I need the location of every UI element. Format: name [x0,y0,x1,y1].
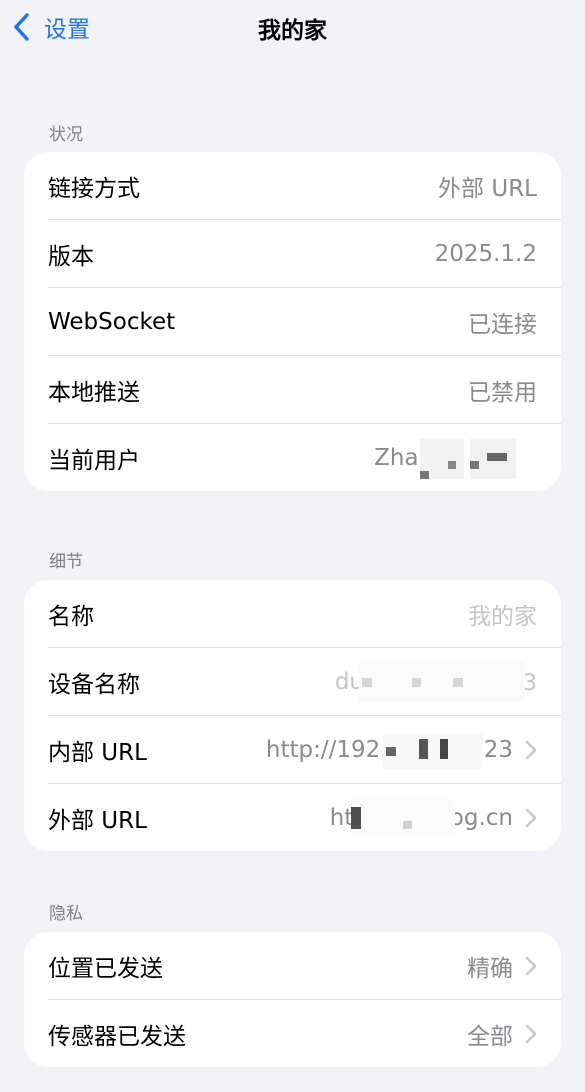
redaction-mosaic: 3 [359,648,537,715]
row-location-sent[interactable]: 位置已发送 精确 [48,932,561,1000]
svg-text:3: 3 [523,671,537,696]
chevron-right-icon [519,740,543,760]
row-value: https:// … og.cn [330,798,513,837]
chevron-right-icon [519,956,543,976]
redaction-mosaic [351,798,455,837]
row-label: 位置已发送 [48,955,163,982]
row-current-user: 当前用户 Zhar [48,424,561,491]
row-label: 名称 [48,603,94,630]
row-label: 设备名称 [48,671,140,698]
row-local-push: 本地推送 已禁用 [48,356,561,424]
row-value: 全部 [467,1023,513,1050]
section-header-status: 状况 [49,125,83,145]
row-label: 内部 URL [48,739,147,766]
row-label: WebSocket [48,308,176,335]
name-input[interactable]: 我的家 [468,597,537,631]
row-connection-method: 链接方式 外部 URL [48,152,561,220]
row-value: 已禁用 [468,379,537,406]
row-internal-url[interactable]: 内部 URL http://192.168 … 123 [48,716,561,784]
row-name[interactable]: 名称 我的家 [48,580,561,648]
row-label: 外部 URL [48,807,147,834]
section-header-privacy: 隐私 [49,904,83,924]
redaction-mosaic [383,732,483,769]
row-device-name[interactable]: 设备名称 dupi 3 [48,648,561,716]
chevron-right-icon [519,808,543,828]
row-label: 传感器已发送 [48,1023,186,1050]
row-value: 外部 URL [438,175,537,202]
row-value: 2025.1.2 [434,240,537,267]
row-websocket: WebSocket 已连接 [48,288,561,356]
page-title: 我的家 [258,18,327,44]
row-version: 版本 2025.1.2 [48,220,561,288]
row-sensors-sent[interactable]: 传感器已发送 全部 [48,1000,561,1067]
redaction-mosaic [402,424,537,491]
chevron-right-icon [519,1024,543,1044]
row-external-url[interactable]: 外部 URL https:// … og.cn [48,784,561,851]
row-label: 本地推送 [48,379,140,406]
status-card: 链接方式 外部 URL 版本 2025.1.2 WebSocket 已连接 本地… [24,152,561,491]
row-value: 已连接 [468,311,537,338]
row-value: http://192.168 … 123 [266,732,513,769]
privacy-card: 位置已发送 精确 传感器已发送 全部 [24,932,561,1067]
row-label: 链接方式 [48,175,140,202]
navigation-bar: 设置 我的家 [0,0,585,56]
details-card: 名称 我的家 设备名称 dupi 3 内部 URL http://192.168… [24,580,561,851]
row-value: 精确 [467,955,513,982]
section-header-details: 细节 [49,552,83,572]
row-label: 当前用户 [48,447,140,474]
row-label: 版本 [48,243,94,270]
